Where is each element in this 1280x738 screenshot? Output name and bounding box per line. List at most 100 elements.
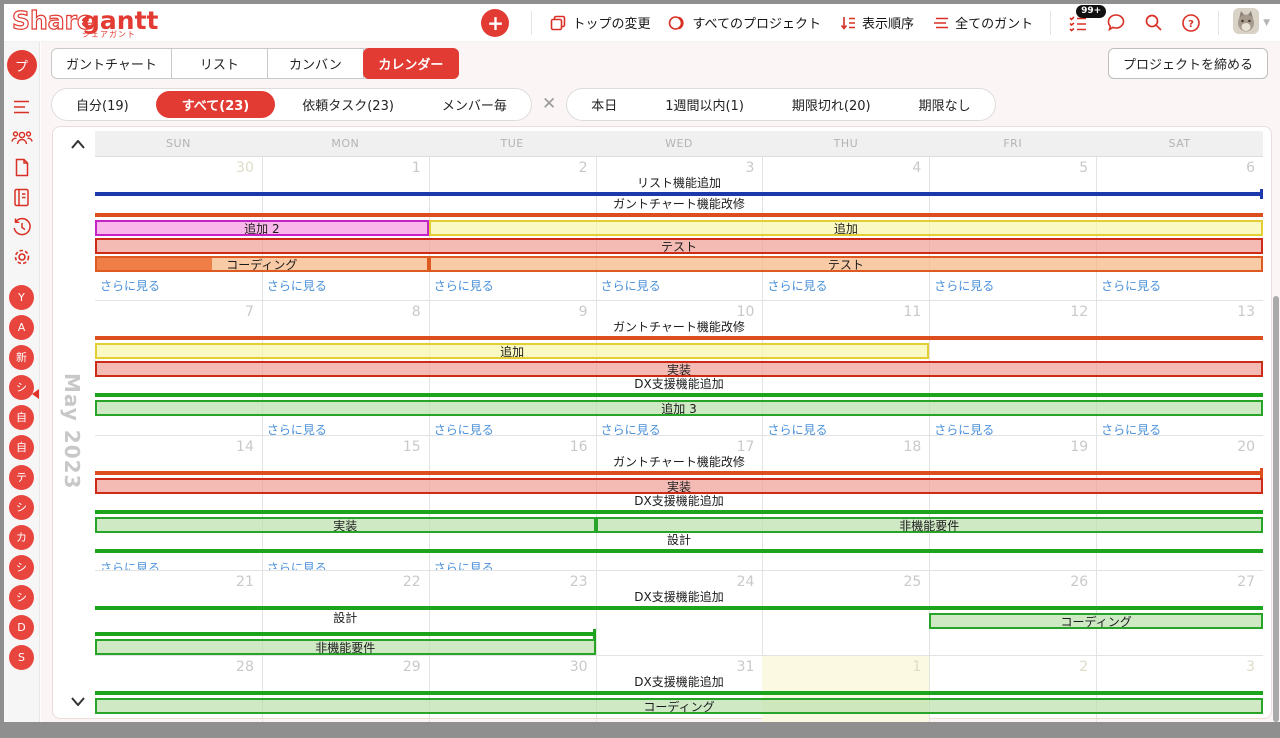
settings-icon[interactable]: [7, 242, 37, 272]
filter-mine[interactable]: 自分(19): [52, 89, 153, 120]
task-line[interactable]: [95, 468, 1263, 478]
filter-requested-tasks[interactable]: 依頼タスク(23): [278, 89, 418, 120]
close-project-button[interactable]: プロジェクトを締める: [1107, 48, 1268, 79]
menu-icon[interactable]: [7, 92, 37, 122]
task-bar[interactable]: 非機能要件: [595, 517, 1263, 533]
task-bar[interactable]: コーディング: [95, 698, 1263, 714]
task-bar[interactable]: 追加: [95, 343, 930, 359]
filter-no-due[interactable]: 期限なし: [895, 89, 995, 120]
sidebar-member-avatar[interactable]: カ: [9, 524, 34, 550]
help-button[interactable]: ?: [1181, 13, 1201, 33]
filter-all[interactable]: すべて(23): [155, 90, 276, 118]
task-bar[interactable]: コーディング: [929, 613, 1263, 629]
task-line[interactable]: [95, 336, 1263, 340]
task-line[interactable]: [95, 510, 1263, 514]
sidebar-member-avatar[interactable]: 自: [9, 404, 34, 430]
sidebar-member-avatar[interactable]: 新: [9, 344, 34, 370]
task-bar[interactable]: 実装: [95, 361, 1263, 377]
sidebar-member-avatar[interactable]: 自: [9, 434, 34, 460]
see-more-link[interactable]: さらに見る: [1101, 279, 1161, 293]
see-more-link[interactable]: さらに見る: [934, 279, 994, 293]
tab-kanban[interactable]: カンバン: [268, 49, 364, 78]
members-icon[interactable]: [7, 122, 37, 152]
task-bar[interactable]: テスト: [428, 256, 1263, 272]
see-more-link[interactable]: さらに見る: [267, 561, 327, 570]
scroll-up-button[interactable]: [67, 135, 89, 153]
date-number: 2: [578, 160, 588, 176]
task-bar[interactable]: テスト: [95, 238, 1263, 254]
see-more-link[interactable]: さらに見る: [100, 279, 160, 293]
see-more-link[interactable]: さらに見る: [767, 423, 827, 435]
user-menu[interactable]: ▼: [1233, 7, 1270, 38]
add-button[interactable]: +: [481, 8, 510, 37]
nav-display-order[interactable]: 表示順序: [839, 13, 914, 32]
task-line[interactable]: [95, 213, 1263, 217]
see-more-cell: [929, 557, 1096, 570]
see-more-link[interactable]: さらに見る: [434, 423, 494, 435]
task-line[interactable]: [95, 606, 1263, 610]
sidebar-member-avatar[interactable]: Y: [9, 284, 34, 310]
task-label-row: 設計: [95, 534, 1263, 547]
see-more-link[interactable]: さらに見る: [267, 423, 327, 435]
sidebar-member-avatar[interactable]: シ: [9, 584, 34, 610]
sidebar-member-avatar[interactable]: D: [9, 614, 34, 640]
task-bar[interactable]: 追加 2: [95, 220, 429, 236]
task-bar[interactable]: 実装: [95, 478, 1263, 494]
task-line[interactable]: [95, 629, 596, 639]
filter-by-member[interactable]: メンバー毎: [418, 89, 531, 120]
document-icon[interactable]: [7, 152, 37, 182]
nav-all-gantt[interactable]: 全てのガント: [932, 13, 1033, 32]
task-bar-row: 設計 コーディング: [95, 612, 1263, 630]
see-more-link[interactable]: さらに見る: [601, 279, 661, 293]
filter-today[interactable]: 本日: [567, 89, 641, 120]
history-icon[interactable]: [7, 212, 37, 242]
task-bar[interactable]: 非機能要件: [95, 639, 596, 655]
notebook-icon[interactable]: [7, 182, 37, 212]
sharegantt-logo[interactable]: Share gantt シェアガント: [11, 5, 164, 40]
day-header: FRI: [1003, 137, 1023, 150]
see-more-link[interactable]: さらに見る: [934, 423, 994, 435]
sidebar-member-avatar[interactable]: シ: [9, 554, 34, 580]
sidebar-member-avatar[interactable]: A: [9, 314, 34, 340]
sidebar-collapse-marker[interactable]: [32, 389, 39, 399]
see-more-link[interactable]: さらに見る: [434, 279, 494, 293]
see-more-cell: さらに見る: [429, 275, 596, 293]
filter-overdue[interactable]: 期限切れ(20): [768, 89, 895, 120]
sidebar-project-avatar[interactable]: プ: [6, 50, 37, 80]
task-bar-label: 実装: [333, 518, 358, 533]
tasks-button[interactable]: 99+: [1068, 4, 1107, 32]
tab-gantt-chart[interactable]: ガントチャート: [52, 49, 172, 78]
tab-list[interactable]: リスト: [172, 49, 268, 78]
task-line[interactable]: [95, 549, 1263, 553]
task-bar[interactable]: 追加 3: [95, 400, 1263, 416]
see-more-link[interactable]: さらに見る: [601, 423, 661, 435]
search-button[interactable]: [1144, 13, 1163, 32]
task-bar[interactable]: 実装: [95, 517, 596, 533]
task-line[interactable]: [95, 189, 1263, 199]
task-line[interactable]: [95, 393, 1263, 397]
calendar-grid: SUN MON TUE WED THU FRI SAT 30 1 2 3 4 5 6 リスト機能追加 ガント…: [95, 131, 1263, 722]
see-more-link[interactable]: さらに見る: [434, 561, 494, 570]
nav-top-change[interactable]: トップの変更: [549, 13, 650, 32]
task-bar[interactable]: 追加: [428, 220, 1263, 236]
see-more-link[interactable]: さらに見る: [267, 279, 327, 293]
task-line[interactable]: [95, 691, 1263, 695]
scrollbar-thumb[interactable]: [1273, 296, 1279, 722]
task-bar[interactable]: コーディング: [95, 256, 429, 272]
chat-button[interactable]: [1106, 13, 1126, 32]
see-more-link[interactable]: さらに見る: [100, 561, 160, 570]
sidebar-member-avatar[interactable]: S: [9, 644, 34, 670]
task-label: DX支援機能追加: [634, 494, 724, 508]
tab-calendar[interactable]: カレンダー: [362, 48, 459, 79]
header-divider: [1050, 10, 1052, 35]
sidebar-member-avatar[interactable]: テ: [9, 464, 34, 490]
filter-within-week[interactable]: 1週間以内(1): [641, 89, 768, 120]
sidebar-member-avatar[interactable]: シ: [9, 374, 34, 400]
nav-all-projects[interactable]: すべてのプロジェクト: [668, 13, 821, 32]
see-more-link[interactable]: さらに見る: [1101, 423, 1161, 435]
see-more-link[interactable]: さらに見る: [767, 279, 827, 293]
user-avatar: [1233, 7, 1260, 38]
sidebar-member-avatar[interactable]: シ: [9, 494, 34, 520]
scroll-down-button[interactable]: [67, 692, 89, 710]
clear-filter-icon[interactable]: ✕: [542, 94, 556, 114]
